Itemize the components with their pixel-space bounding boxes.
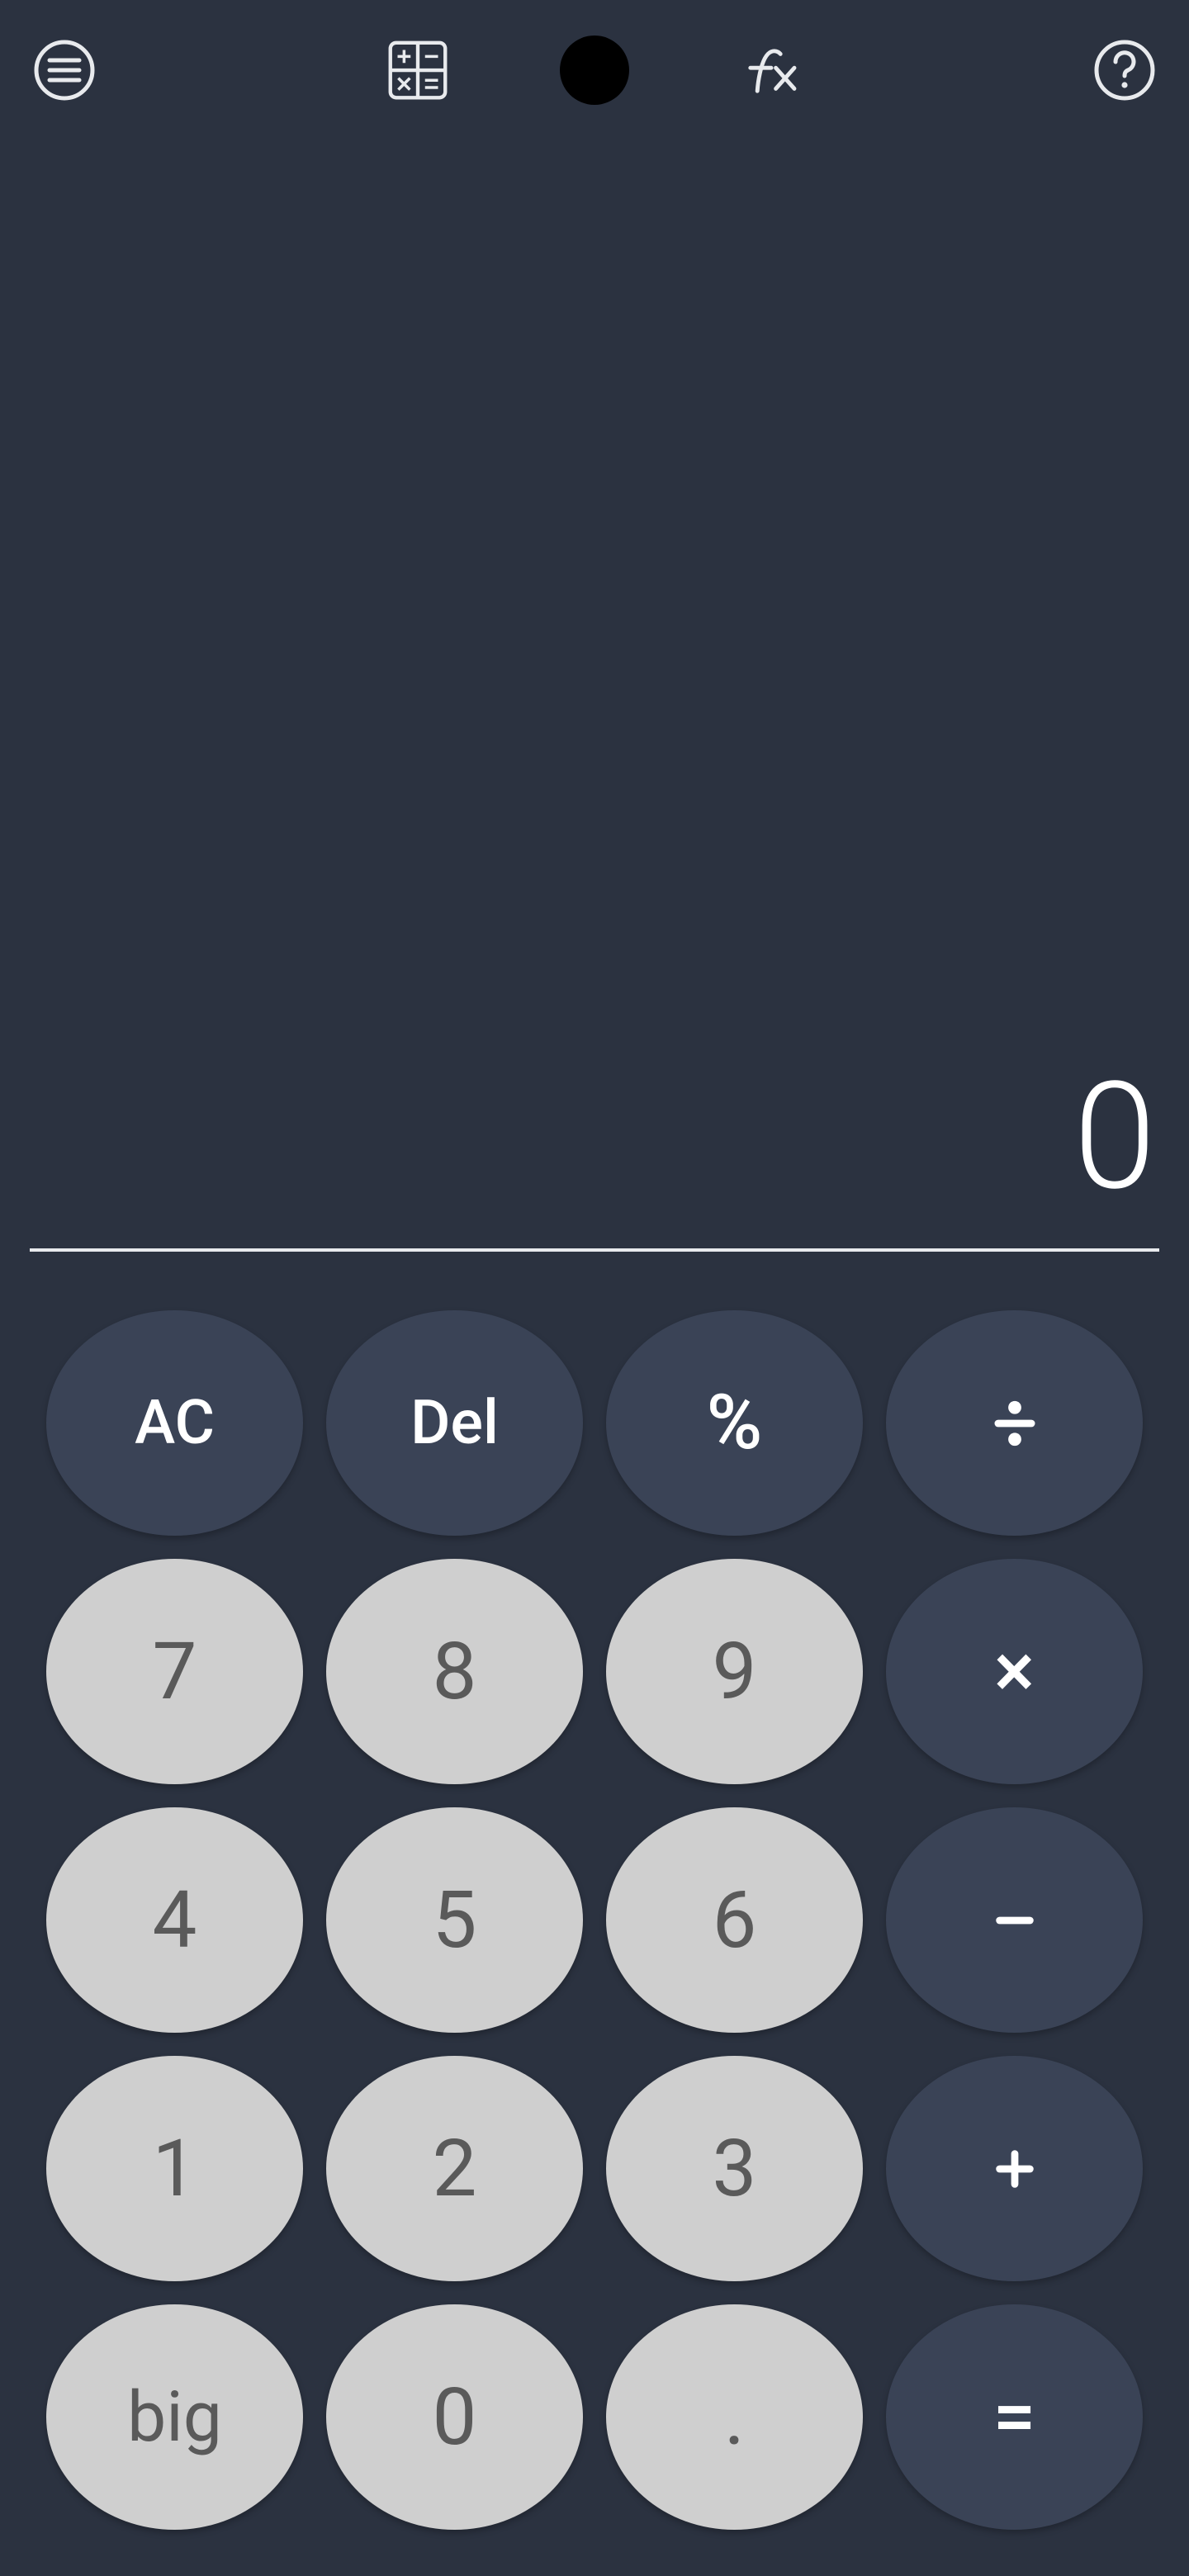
digit-5-button[interactable]: 5 (326, 1807, 583, 2033)
keypad: AC Del % 7 8 9 × 4 5 6 1 2 3 big 0 . = (0, 1284, 1189, 2576)
del-button[interactable]: Del (326, 1310, 583, 1536)
digit-6-button[interactable]: 6 (606, 1807, 863, 2033)
digit-1-button[interactable]: 1 (46, 2056, 303, 2281)
digit-8-button[interactable]: 8 (326, 1559, 583, 1784)
equals-button[interactable]: = (886, 2304, 1143, 2530)
camera-notch (560, 36, 629, 105)
digit-4-button[interactable]: 4 (46, 1807, 303, 2033)
plus-button[interactable] (886, 2056, 1143, 2281)
digit-3-button[interactable]: 3 (606, 2056, 863, 2281)
divide-button[interactable] (886, 1310, 1143, 1536)
minus-button[interactable] (886, 1807, 1143, 2033)
calc-display: 0 (0, 140, 1189, 1252)
percent-button[interactable]: % (606, 1310, 863, 1536)
decimal-button[interactable]: . (606, 2304, 863, 2530)
basic-calc-icon[interactable] (383, 36, 452, 105)
digit-7-button[interactable]: 7 (46, 1559, 303, 1784)
display-divider (30, 1248, 1159, 1252)
digit-0-button[interactable]: 0 (326, 2304, 583, 2530)
fx-icon[interactable] (737, 36, 806, 105)
big-button[interactable]: big (46, 2304, 303, 2530)
help-icon[interactable] (1090, 36, 1159, 105)
top-bar (0, 0, 1189, 140)
digit-2-button[interactable]: 2 (326, 2056, 583, 2281)
multiply-button[interactable]: × (886, 1559, 1143, 1784)
calc-result: 0 (0, 1049, 1189, 1248)
digit-9-button[interactable]: 9 (606, 1559, 863, 1784)
menu-icon[interactable] (30, 36, 99, 105)
ac-button[interactable]: AC (46, 1310, 303, 1536)
